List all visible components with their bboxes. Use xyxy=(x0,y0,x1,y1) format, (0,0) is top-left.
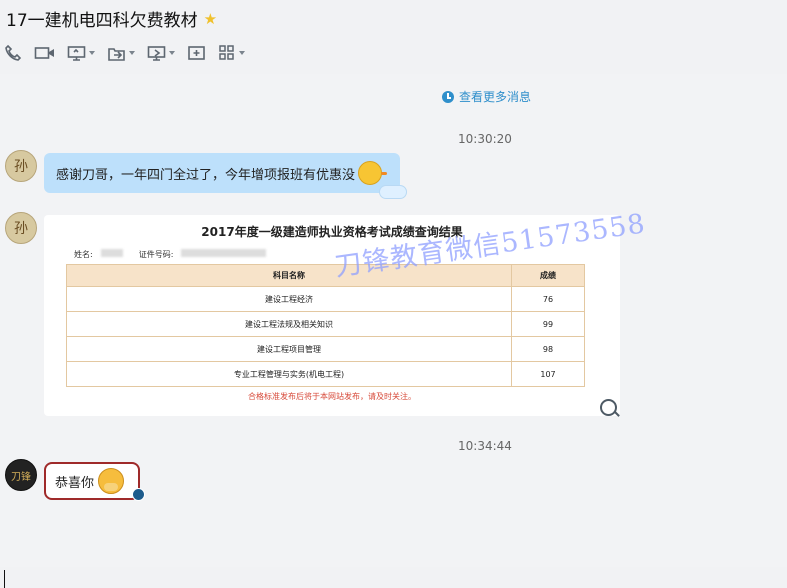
subject-cell: 建设工程经济 xyxy=(66,286,512,312)
table-row: 建设工程经济 76 xyxy=(66,286,585,312)
load-more-link[interactable]: 查看更多消息 xyxy=(442,88,531,105)
table-row: 建设工程项目管理 98 xyxy=(66,336,585,362)
chat-toolbar xyxy=(4,43,253,63)
zoom-icon[interactable] xyxy=(600,399,617,416)
message-text: 感谢刀哥，一年四门全过了，今年增项报班有优惠没 xyxy=(56,167,356,183)
window-title: 17一建机电四科欠费教材 ★ xyxy=(6,6,217,32)
subject-cell: 专业工程管理与实务(机电工程) xyxy=(66,361,512,387)
id-label: 证件号码: xyxy=(138,250,174,259)
message-bubble[interactable]: 恭喜你 xyxy=(44,462,140,500)
candidate-info: 姓名: 证件号码: xyxy=(74,249,267,260)
smile-emoji-icon xyxy=(358,161,388,185)
text-cursor xyxy=(4,570,5,588)
star-icon[interactable]: ★ xyxy=(204,10,217,28)
apps-icon[interactable] xyxy=(218,43,245,63)
score-header: 成绩 xyxy=(511,264,585,287)
score-cell: 99 xyxy=(511,311,585,337)
score-cell: 76 xyxy=(511,286,585,312)
subject-cell: 建设工程法规及相关知识 xyxy=(66,311,512,337)
chevron-down-icon[interactable] xyxy=(89,51,95,55)
screen-share-icon[interactable] xyxy=(67,43,95,63)
add-member-icon[interactable] xyxy=(187,43,206,63)
score-cell: 98 xyxy=(511,336,585,362)
transfer-icon[interactable] xyxy=(107,43,135,63)
avatar[interactable]: 刀锋 xyxy=(5,459,37,491)
message-time: 10:30:20 xyxy=(458,132,512,146)
score-table: 科目名称 成绩 建设工程经济 76 建设工程法规及相关知识 99 建设工程项目管理 9… xyxy=(66,264,585,387)
table-header-row: 科目名称 成绩 xyxy=(66,264,585,287)
chevron-down-icon[interactable] xyxy=(169,51,175,55)
video-icon[interactable] xyxy=(34,43,55,63)
score-cell: 107 xyxy=(511,361,585,387)
remote-desktop-icon[interactable] xyxy=(147,43,175,63)
blurred-name xyxy=(100,249,123,257)
chevron-down-icon[interactable] xyxy=(129,51,135,55)
cloud-decoration-icon xyxy=(379,185,407,199)
status-badge-icon xyxy=(132,488,145,501)
result-notice: 合格标准发布后将于本网站发布，请及时关注。 xyxy=(248,392,416,401)
name-label: 姓名: xyxy=(74,250,93,259)
message-bubble[interactable]: 感谢刀哥，一年四门全过了，今年增项报班有优惠没 xyxy=(44,153,407,199)
clock-icon xyxy=(442,90,454,103)
table-row: 建设工程法规及相关知识 99 xyxy=(66,311,585,337)
chat-header: 17一建机电四科欠费教材 ★ xyxy=(0,0,787,74)
avatar[interactable]: 孙 xyxy=(5,150,37,182)
group-name: 17一建机电四科欠费教材 xyxy=(6,11,198,31)
message-text: 恭喜你 xyxy=(55,475,95,491)
congrats-emoji-icon xyxy=(98,468,125,494)
chevron-down-icon[interactable] xyxy=(239,51,245,55)
blurred-id xyxy=(181,249,267,257)
chat-window: 查看更多消息 10:30:20 孙 感谢刀哥，一年四门全过了，今年增项报班有优惠… xyxy=(0,74,787,588)
phone-icon[interactable] xyxy=(4,43,22,63)
load-more-label[interactable]: 查看更多消息 xyxy=(459,88,531,105)
table-row: 专业工程管理与实务(机电工程) 107 xyxy=(66,361,585,387)
message-time: 10:34:44 xyxy=(458,439,512,453)
avatar[interactable]: 孙 xyxy=(5,212,37,244)
subject-cell: 建设工程项目管理 xyxy=(66,336,512,362)
